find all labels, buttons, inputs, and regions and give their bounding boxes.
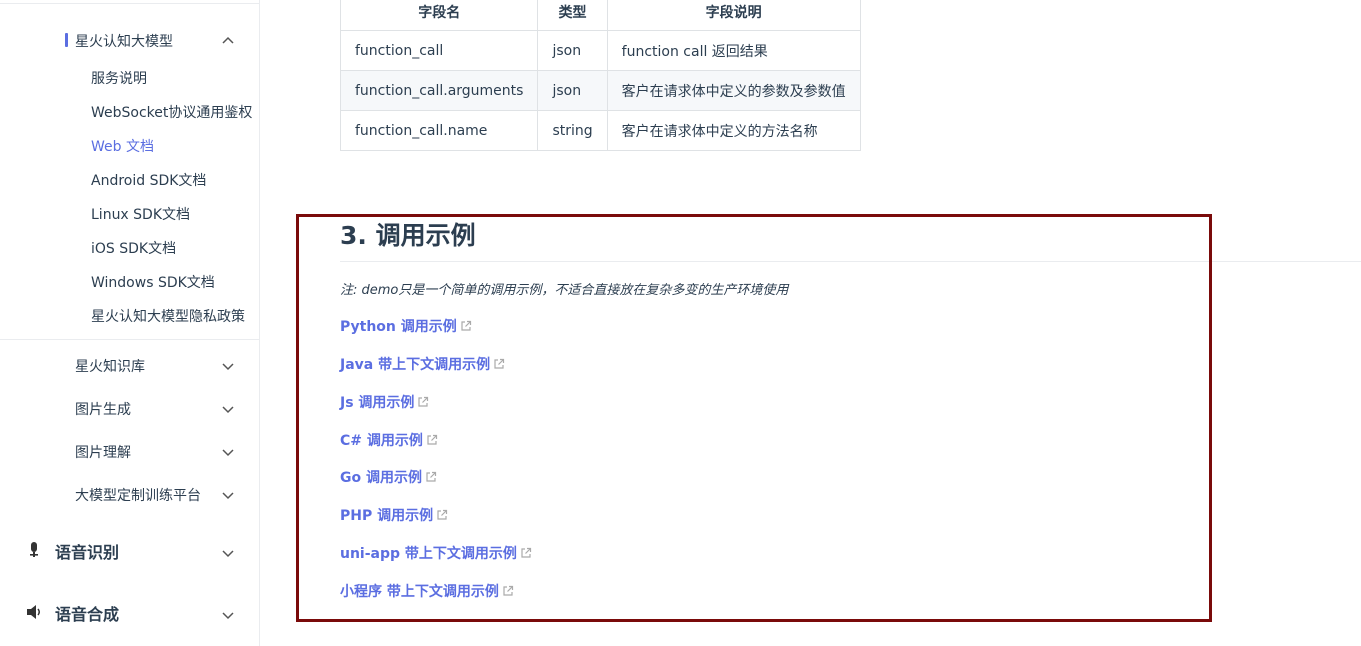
chevron-down-icon[interactable] — [221, 359, 235, 373]
link-label: Go 调用示例 — [340, 470, 422, 486]
link-label: C# 调用示例 — [340, 433, 423, 449]
link-label: 小程序 带上下文调用示例 — [340, 584, 499, 600]
link-php-example[interactable]: PHP 调用示例 — [340, 505, 448, 525]
chevron-down-icon[interactable] — [221, 402, 235, 416]
link-label: Java 带上下文调用示例 — [340, 357, 491, 373]
sidebar-group-knowledge-base[interactable]: 星火知识库 — [0, 348, 259, 382]
chevron-down-icon[interactable] — [221, 608, 235, 622]
external-link-icon — [502, 585, 514, 597]
sidebar-section-label: 语音识别 — [55, 543, 120, 562]
sidebar-group-image-understanding[interactable]: 图片理解 — [0, 434, 259, 468]
sidebar-group-label: 图片生成 — [75, 402, 131, 418]
external-link-icon — [520, 547, 532, 559]
external-link-icon — [425, 471, 437, 483]
table-cell: function_call.arguments — [339, 70, 539, 111]
chevron-down-icon[interactable] — [221, 546, 235, 560]
table-header-row: 字段名 类型 字段说明 — [339, 0, 861, 31]
table-row: function_call json function call 返回结果 — [339, 30, 861, 71]
sidebar-group-label: 大模型定制训练平台 — [75, 488, 201, 504]
microphone-icon — [25, 541, 43, 559]
table-cell: string — [537, 110, 608, 151]
sidebar-section-speech-recognition[interactable]: 语音识别 — [0, 526, 259, 574]
table-cell: function call 返回结果 — [606, 30, 861, 71]
link-java-example[interactable]: Java 带上下文调用示例 — [340, 354, 505, 374]
link-label: Python 调用示例 — [340, 319, 457, 335]
link-uniapp-example[interactable]: uni-app 带上下文调用示例 — [340, 543, 532, 563]
speaker-icon — [25, 603, 43, 621]
chevron-down-icon[interactable] — [221, 488, 235, 502]
sidebar-item-android-sdk[interactable]: Android SDK文档 — [91, 170, 206, 190]
sidebar-item-service-description[interactable]: 服务说明 — [91, 68, 147, 88]
sidebar: 星火认知大模型 服务说明 WebSocket协议通用鉴权 Web 文档 Andr… — [0, 0, 260, 646]
heading-divider — [340, 261, 1361, 262]
table-cell: json — [537, 30, 608, 71]
sidebar-section-label: 语音合成 — [55, 605, 120, 624]
table-cell: function_call — [339, 30, 539, 71]
section-heading: 3. 调用示例 — [340, 221, 476, 250]
link-python-example[interactable]: Python 调用示例 — [340, 316, 472, 336]
link-go-example[interactable]: Go 调用示例 — [340, 467, 437, 487]
link-csharp-example[interactable]: C# 调用示例 — [340, 430, 438, 450]
sidebar-group-spark-model: 星火认知大模型 服务说明 WebSocket协议通用鉴权 Web 文档 Andr… — [0, 4, 259, 340]
external-link-icon — [493, 358, 505, 370]
table-row: function_call.name string 客户在请求体中定义的方法名称 — [339, 110, 861, 151]
active-group-indicator — [65, 33, 68, 47]
table-cell: 客户在请求体中定义的参数及参数值 — [606, 70, 861, 111]
column-header-type: 类型 — [537, 0, 608, 31]
link-label: Js 调用示例 — [340, 395, 415, 411]
sidebar-group-label: 图片理解 — [75, 445, 131, 461]
table-cell: 客户在请求体中定义的方法名称 — [606, 110, 861, 151]
sidebar-item-privacy-policy[interactable]: 星火认知大模型隐私政策 — [91, 306, 245, 326]
sidebar-item-ios-sdk[interactable]: iOS SDK文档 — [91, 238, 176, 258]
table-cell: json — [537, 70, 608, 111]
link-js-example[interactable]: Js 调用示例 — [340, 392, 429, 412]
table-row: function_call.arguments json 客户在请求体中定义的参… — [339, 70, 861, 111]
sidebar-item-websocket-auth[interactable]: WebSocket协议通用鉴权 — [91, 102, 252, 122]
column-header-description: 字段说明 — [606, 0, 861, 31]
demo-note: 注: demo只是一个简单的调用示例，不适合直接放在复杂多变的生产环境使用 — [340, 283, 789, 298]
external-link-icon — [436, 509, 448, 521]
external-link-icon — [460, 320, 472, 332]
external-link-icon — [417, 396, 429, 408]
sidebar-group-header-spark-model[interactable]: 星火认知大模型 — [0, 26, 259, 56]
column-header-field-name: 字段名 — [339, 0, 539, 31]
sidebar-group-custom-training[interactable]: 大模型定制训练平台 — [0, 477, 259, 511]
sidebar-section-speech-synthesis[interactable]: 语音合成 — [0, 588, 259, 636]
sidebar-group-label: 星火认知大模型 — [75, 34, 173, 50]
chevron-up-icon[interactable] — [221, 34, 235, 48]
link-label: uni-app 带上下文调用示例 — [340, 546, 517, 562]
table-cell: function_call.name — [339, 110, 539, 151]
response-fields-table: 字段名 类型 字段说明 function_call json function … — [339, 0, 861, 151]
link-label: PHP 调用示例 — [340, 508, 434, 524]
link-miniprogram-example[interactable]: 小程序 带上下文调用示例 — [340, 581, 514, 601]
sidebar-group-label: 星火知识库 — [75, 359, 145, 375]
chevron-down-icon[interactable] — [221, 445, 235, 459]
sidebar-item-web-docs[interactable]: Web 文档 — [91, 136, 154, 156]
sidebar-group-image-generation[interactable]: 图片生成 — [0, 391, 259, 425]
sidebar-item-linux-sdk[interactable]: Linux SDK文档 — [91, 204, 190, 224]
external-link-icon — [426, 434, 438, 446]
sidebar-item-windows-sdk[interactable]: Windows SDK文档 — [91, 272, 215, 292]
